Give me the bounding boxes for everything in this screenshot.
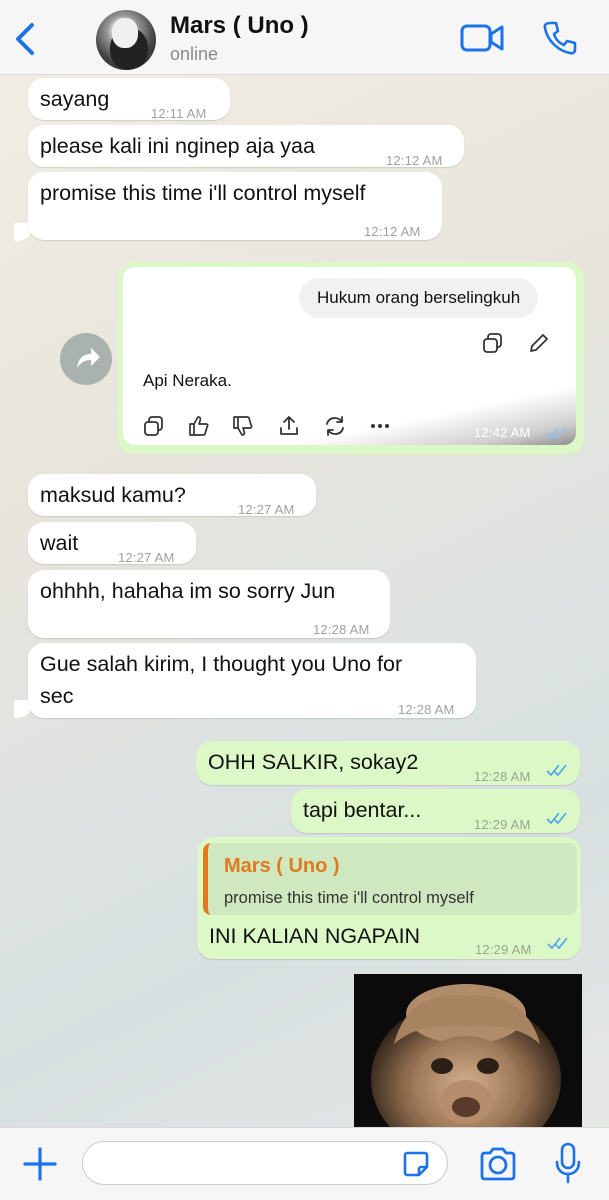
read-receipt-icon [545, 427, 566, 440]
message-incoming[interactable]: please kali ini nginep aja yaa 12:12 AM [28, 125, 464, 168]
ai-answer-text: Api Neraka. [143, 371, 232, 390]
message-text: wait [40, 531, 79, 555]
message-text: maksud kamu? [40, 483, 186, 507]
phone-icon[interactable] [542, 20, 578, 56]
quoted-sender: Mars ( Uno ) [224, 855, 340, 877]
ai-chat-card: Hukum orang berselingkuh Api Neraka. [123, 267, 576, 445]
message-text: please kali ini nginep aja yaa [40, 134, 315, 158]
message-text: tapi bentar... [303, 798, 422, 822]
quoted-message[interactable]: Mars ( Uno ) promise this time i'll cont… [203, 843, 577, 915]
message-text: Gue salah kirim, I thought you Uno for [40, 652, 403, 676]
message-incoming[interactable]: maksud kamu? 12:27 AM [28, 474, 316, 517]
forwarded-message[interactable]: Hukum orang berselingkuh Api Neraka. 12:… [118, 262, 584, 454]
message-time: 12:28 AM [313, 622, 370, 637]
message-text: INI KALIAN NGAPAIN [209, 924, 421, 948]
pencil-icon[interactable] [527, 331, 551, 355]
copy-icon[interactable] [481, 331, 505, 355]
read-receipt-icon [547, 937, 568, 950]
message-text: sayang [40, 87, 110, 111]
ai-question-bubble: Hukum orang berselingkuh [299, 278, 539, 318]
message-time: 12:27 AM [118, 550, 175, 565]
message-incoming[interactable]: ohhhh, hahaha im so sorry Jun 12:28 AM [28, 570, 390, 638]
message-time: 12:42 AM [474, 425, 531, 440]
message-input[interactable] [82, 1141, 448, 1185]
chat-area[interactable]: sayang 12:11 AM please kali ini nginep a… [0, 75, 609, 1127]
message-time: 12:12 AM [364, 224, 421, 239]
message-time: 12:27 AM [238, 502, 295, 517]
regenerate-icon[interactable] [323, 414, 347, 438]
composer-bar [0, 1127, 609, 1200]
video-camera-icon[interactable] [460, 22, 504, 54]
message-time: 12:28 AM [398, 702, 455, 717]
message-time: 12:29 AM [474, 817, 531, 832]
message-incoming[interactable]: sayang 12:11 AM [28, 78, 230, 121]
chevron-left-icon[interactable] [12, 22, 40, 56]
image-message[interactable] [354, 974, 582, 1127]
message-text: OHH SALKIR, sokay2 [208, 750, 419, 774]
message-time: 12:28 AM [474, 769, 531, 784]
chat-header: Mars ( Uno ) online [0, 0, 609, 75]
sticker-icon[interactable] [402, 1150, 430, 1178]
copy-icon[interactable] [142, 414, 166, 438]
read-receipt-icon [546, 812, 567, 825]
microphone-icon[interactable] [554, 1142, 582, 1184]
contact-status: online [170, 44, 219, 64]
quoted-text: promise this time i'll control myself [224, 889, 474, 907]
message-text: promise this time i'll control myself [40, 181, 366, 205]
avatar[interactable] [96, 10, 156, 70]
message-incoming[interactable]: promise this time i'll control myself 12… [28, 172, 442, 240]
contact-name[interactable]: Mars ( Uno ) [170, 12, 309, 40]
message-incoming[interactable]: Gue salah kirim, I thought you Uno for s… [28, 643, 476, 718]
thumbs-down-icon[interactable] [231, 414, 255, 438]
monkey-photo [354, 974, 582, 1127]
share-arrow-icon [77, 348, 100, 368]
message-incoming[interactable]: wait 12:27 AM [28, 522, 196, 565]
more-icon[interactable] [368, 414, 392, 438]
message-text: ohhhh, hahaha im so sorry Jun [40, 579, 336, 603]
read-receipt-icon [546, 764, 567, 777]
share-icon[interactable] [277, 414, 301, 438]
plus-icon[interactable] [20, 1144, 60, 1184]
message-outgoing[interactable]: tapi bentar... 12:29 AM [291, 789, 580, 833]
message-time: 12:29 AM [475, 942, 532, 957]
message-outgoing[interactable]: OHH SALKIR, sokay2 12:28 AM [196, 741, 580, 785]
thumbs-up-icon[interactable] [187, 414, 211, 438]
camera-icon[interactable] [478, 1146, 518, 1182]
message-outgoing-reply[interactable]: Mars ( Uno ) promise this time i'll cont… [197, 837, 581, 959]
forward-button[interactable] [60, 333, 112, 385]
message-text: sec [40, 684, 74, 708]
